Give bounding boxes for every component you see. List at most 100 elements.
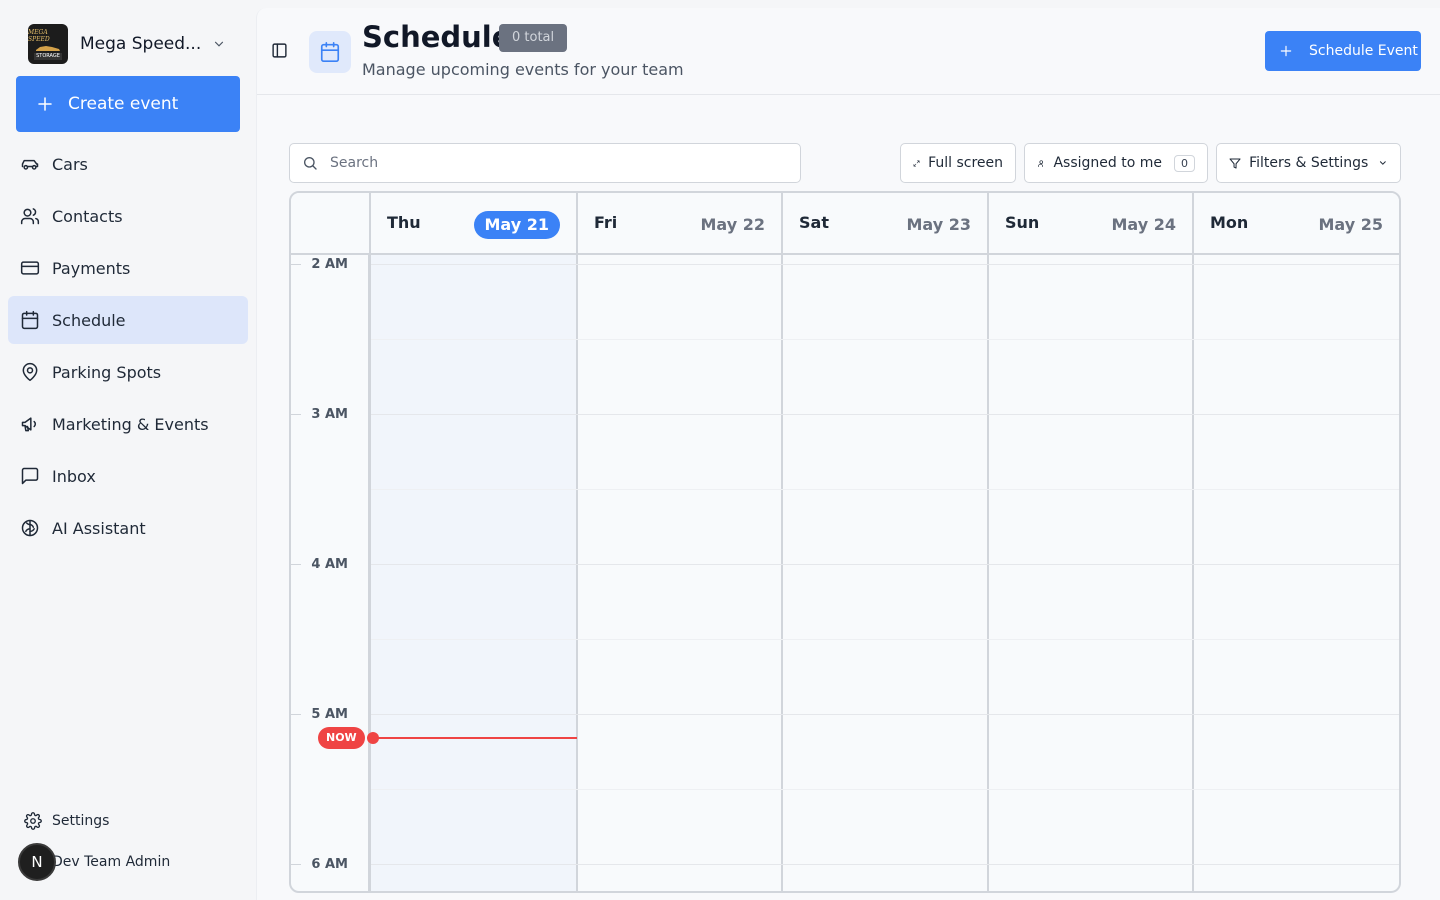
sidebar-item-inbox[interactable]: Inbox: [8, 452, 248, 500]
time-label: 4 AM: [311, 557, 348, 572]
time-gutter-header: [291, 193, 371, 255]
hour-line: [371, 714, 1399, 715]
user-name: Dev Team Admin: [52, 854, 171, 870]
hour-tick: [291, 714, 301, 715]
avatar: N: [18, 843, 56, 881]
day-name: Fri: [594, 213, 618, 232]
day-header-fri[interactable]: Fri May 22: [578, 193, 783, 255]
hour-line: [371, 414, 1399, 415]
hour-line: [371, 264, 1399, 265]
half-hour-line: [371, 789, 1399, 790]
day-header-sat[interactable]: Sat May 23: [783, 193, 989, 255]
hour-line: [371, 564, 1399, 565]
time-label: 5 AM: [311, 707, 348, 722]
day-date: May 24: [1111, 215, 1177, 234]
hour-tick: [291, 864, 301, 865]
calendar-grid: 2 AM 3 AM 4 AM 5 AM 6 AM NOW: [291, 255, 1399, 891]
day-header-mon[interactable]: Mon May 25: [1194, 193, 1399, 255]
day-date: May 23: [906, 215, 972, 234]
search-box: [289, 143, 801, 183]
org-switcher[interactable]: MEGA SPEED STORAGE Mega Speed...: [28, 24, 234, 64]
sidebar: MEGA SPEED STORAGE Mega Speed... Create …: [0, 0, 256, 900]
day-header-thu[interactable]: Thu May 21: [371, 193, 578, 255]
plus-icon: [1280, 45, 1292, 57]
sidebar-item-label: Inbox: [52, 466, 96, 486]
schedule-event-label: Schedule Event: [1309, 43, 1418, 59]
map-pin-icon: [22, 362, 38, 382]
gear-icon: [24, 812, 42, 830]
day-name: Mon: [1210, 213, 1249, 232]
sidebar-item-payments[interactable]: Payments: [8, 244, 248, 292]
sidebar-toggle-icon[interactable]: [271, 42, 288, 59]
org-name: Mega Speed...: [80, 34, 202, 54]
day-column-sat[interactable]: [783, 255, 989, 891]
plus-icon: [38, 97, 52, 111]
week-calendar: Thu May 21 Fri May 22 Sat May 23 Sun May…: [289, 191, 1401, 893]
sidebar-item-schedule[interactable]: Schedule: [8, 296, 248, 344]
sidebar-item-label: Cars: [52, 154, 88, 174]
sidebar-nav: Cars Contacts Payments Schedule Parking …: [8, 140, 248, 556]
brain-icon: [21, 519, 39, 537]
time-label: 6 AM: [311, 857, 348, 872]
message-square-icon: [21, 467, 39, 485]
search-icon: [304, 157, 317, 170]
time-gutter: 2 AM 3 AM 4 AM 5 AM 6 AM: [291, 255, 371, 891]
create-event-label: Create event: [68, 94, 179, 114]
now-indicator-dot: [367, 732, 379, 744]
page-header: Schedule 0 total Manage upcoming events …: [257, 8, 1440, 95]
filter-icon: [1229, 157, 1241, 169]
assigned-to-me-button[interactable]: Assigned to me 0: [1024, 143, 1208, 183]
car-icon: [21, 159, 39, 170]
filters-settings-button[interactable]: Filters & Settings: [1216, 143, 1401, 183]
half-hour-line: [371, 489, 1399, 490]
day-date-today: May 21: [473, 211, 560, 239]
schedule-event-button[interactable]: Schedule Event: [1265, 31, 1421, 71]
day-header-sun[interactable]: Sun May 24: [989, 193, 1194, 255]
create-event-button[interactable]: Create event: [16, 76, 240, 132]
sidebar-item-label: Schedule: [52, 310, 126, 330]
org-logo: MEGA SPEED STORAGE: [28, 24, 68, 64]
full-screen-button[interactable]: Full screen: [900, 143, 1016, 183]
sidebar-item-label: Marketing & Events: [52, 414, 209, 434]
sidebar-item-contacts[interactable]: Contacts: [8, 192, 248, 240]
hour-tick: [291, 564, 301, 565]
hour-line: [371, 864, 1399, 865]
half-hour-line: [371, 639, 1399, 640]
settings-link[interactable]: Settings: [24, 812, 109, 830]
day-date: May 22: [700, 215, 766, 234]
sidebar-item-parking-spots[interactable]: Parking Spots: [8, 348, 248, 396]
car-silhouette-icon: [36, 45, 60, 51]
sidebar-item-label: AI Assistant: [52, 518, 146, 538]
sidebar-item-marketing-events[interactable]: Marketing & Events: [8, 400, 248, 448]
users-icon: [20, 208, 40, 225]
assigned-count-badge: 0: [1174, 154, 1195, 172]
user-icon: [1038, 159, 1043, 167]
sidebar-item-cars[interactable]: Cars: [8, 140, 248, 188]
full-screen-label: Full screen: [928, 155, 1003, 171]
half-hour-line: [371, 339, 1399, 340]
credit-card-icon: [20, 261, 40, 275]
calendar-header: Thu May 21 Fri May 22 Sat May 23 Sun May…: [291, 193, 1399, 255]
day-column-sun[interactable]: [989, 255, 1194, 891]
now-indicator-line: [373, 737, 577, 739]
day-column-mon[interactable]: [1194, 255, 1399, 891]
sidebar-item-ai-assistant[interactable]: AI Assistant: [8, 504, 248, 552]
hour-tick: [291, 414, 301, 415]
now-badge: NOW: [318, 727, 365, 749]
main-panel: Schedule 0 total Manage upcoming events …: [256, 8, 1440, 900]
day-column-thu[interactable]: [371, 255, 578, 891]
time-label: 3 AM: [311, 407, 348, 422]
hour-tick: [291, 264, 301, 265]
page-title: Schedule: [362, 20, 512, 54]
day-name: Sat: [799, 213, 829, 232]
filters-settings-label: Filters & Settings: [1249, 155, 1369, 171]
day-name: Thu: [387, 213, 421, 232]
day-column-fri[interactable]: [578, 255, 783, 891]
day-date: May 25: [1318, 215, 1384, 234]
org-logo-text-top: MEGA SPEED: [28, 28, 50, 43]
chevron-down-icon: [1380, 161, 1387, 165]
user-menu[interactable]: N Dev Team Admin: [18, 843, 170, 881]
sidebar-item-label: Contacts: [52, 206, 123, 226]
search-input[interactable]: [330, 155, 770, 171]
total-count-badge: 0 total: [499, 24, 568, 52]
